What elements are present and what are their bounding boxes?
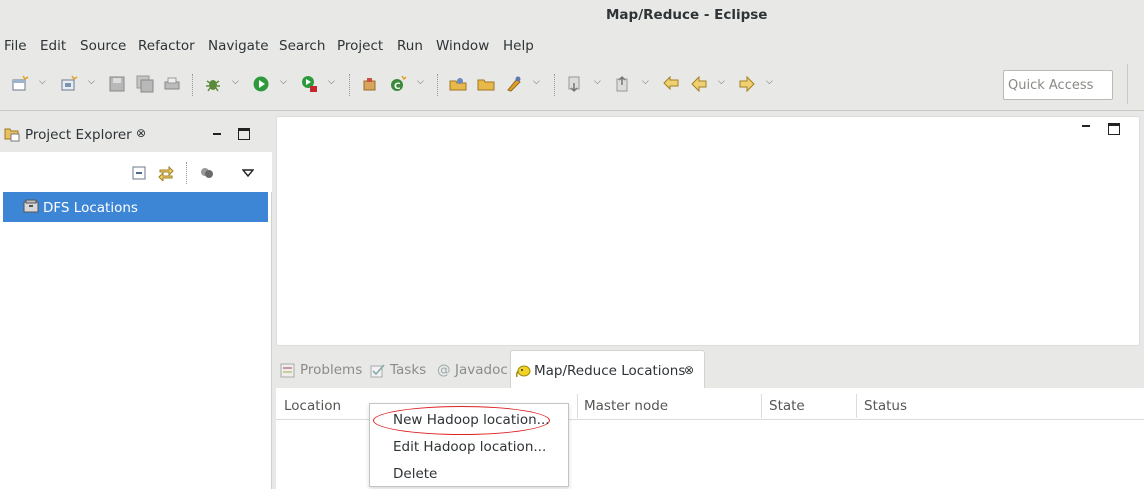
- menu-source[interactable]: Source: [80, 38, 126, 54]
- open-type-icon[interactable]: [449, 75, 467, 93]
- bottom-tab-bar: Problems Tasks @ Javadoc Map/Reduce Loca…: [276, 350, 1144, 388]
- tab-label: Map/Reduce Locations: [534, 363, 686, 379]
- toolbar-separator: [554, 74, 555, 96]
- context-menu: New Hadoop location... Edit Hadoop locat…: [369, 403, 569, 487]
- project-explorer-toolbar: [0, 152, 272, 192]
- open-task-icon[interactable]: [505, 75, 523, 93]
- menu-file[interactable]: File: [4, 38, 27, 54]
- menu-refactor[interactable]: Refactor: [138, 38, 195, 54]
- menu-item-delete[interactable]: Delete: [393, 466, 437, 482]
- menu-window[interactable]: Window: [436, 38, 489, 54]
- forward-icon[interactable]: [738, 75, 756, 93]
- menu-run[interactable]: Run: [397, 38, 423, 54]
- next-annotation-dropdown-icon[interactable]: ⌵: [594, 78, 603, 87]
- new-java-project-icon[interactable]: [361, 75, 379, 93]
- close-icon[interactable]: ⊗: [684, 363, 694, 377]
- next-annotation-icon[interactable]: [566, 75, 584, 93]
- main-toolbar: ⌵ ⌵ ⌵ ⌵ ⌵ C ⌵ ⌵ ⌵ ⌵ ⌵ ⌵: [0, 66, 1144, 106]
- minimize-icon[interactable]: [211, 128, 223, 140]
- print-icon[interactable]: [163, 75, 181, 93]
- tab-map-reduce-locations[interactable]: Map/Reduce Locations ⊗: [510, 350, 705, 388]
- link-with-editor-icon[interactable]: [158, 165, 174, 181]
- column-location[interactable]: Location: [284, 398, 341, 414]
- menu-edit[interactable]: Edit: [40, 38, 66, 54]
- close-icon[interactable]: ⊗: [136, 126, 146, 140]
- window-title: Map/Reduce - Eclipse: [606, 7, 768, 23]
- toolbar-divider: [0, 110, 1144, 111]
- toolbar-separator: [192, 74, 193, 96]
- problems-icon: [280, 363, 295, 378]
- svg-text:C: C: [394, 82, 401, 92]
- tree-item-label: DFS Locations: [43, 200, 138, 216]
- back-icon[interactable]: [690, 75, 708, 93]
- save-all-icon[interactable]: [136, 75, 154, 93]
- project-explorer-icon: [4, 128, 20, 142]
- menu-help[interactable]: Help: [503, 38, 534, 54]
- window-titlebar: Map/Reduce - Eclipse: [0, 0, 1144, 32]
- tab-problems[interactable]: Problems: [300, 362, 362, 378]
- quick-access-placeholder: Quick Access: [1008, 78, 1094, 93]
- previous-annotation-dropdown-icon[interactable]: ⌵: [642, 78, 651, 87]
- tab-javadoc[interactable]: Javadoc: [455, 362, 508, 378]
- column-divider[interactable]: [856, 394, 857, 418]
- column-master-node[interactable]: Master node: [584, 398, 668, 414]
- tasks-icon: [370, 364, 385, 378]
- column-state[interactable]: State: [769, 398, 805, 414]
- new-dropdown-icon[interactable]: ⌵: [39, 78, 48, 87]
- editor-area: [276, 116, 1140, 346]
- menu-item-edit-hadoop-location[interactable]: Edit Hadoop location...: [393, 439, 546, 455]
- external-tools-dropdown-icon[interactable]: ⌵: [328, 78, 337, 87]
- tab-tasks[interactable]: Tasks: [390, 362, 426, 378]
- new-class-dropdown-icon[interactable]: ⌵: [417, 78, 426, 87]
- toolbar-separator: [437, 74, 438, 96]
- collapse-all-icon[interactable]: [131, 165, 147, 181]
- column-divider[interactable]: [761, 394, 762, 418]
- column-status[interactable]: Status: [864, 398, 907, 414]
- column-divider[interactable]: [577, 394, 578, 418]
- minimize-icon[interactable]: [1080, 120, 1092, 132]
- view-menu-icon[interactable]: [242, 168, 254, 178]
- new-class-icon[interactable]: C: [389, 75, 407, 93]
- menu-project[interactable]: Project: [337, 38, 383, 54]
- new-icon[interactable]: [11, 75, 29, 93]
- back-dropdown-icon[interactable]: ⌵: [718, 78, 727, 87]
- project-explorer-label: Project Explorer: [25, 127, 132, 143]
- filter-icon[interactable]: [199, 165, 215, 181]
- javadoc-icon: @: [437, 362, 451, 378]
- project-explorer-view: Project Explorer ⊗ DFS Locations: [0, 116, 272, 489]
- last-edit-location-icon[interactable]: [662, 75, 680, 93]
- dfs-folder-icon: [23, 199, 39, 213]
- view-toolbar-separator: [186, 162, 187, 184]
- menu-navigate[interactable]: Navigate: [208, 38, 269, 54]
- debug-dropdown-icon[interactable]: ⌵: [232, 78, 241, 87]
- project-explorer-tab[interactable]: Project Explorer ⊗: [0, 116, 272, 152]
- previous-annotation-icon[interactable]: [614, 75, 632, 93]
- open-task-dropdown-icon[interactable]: ⌵: [533, 78, 542, 87]
- debug-icon[interactable]: [204, 75, 222, 93]
- quick-access-field[interactable]: Quick Access: [1003, 70, 1113, 100]
- hadoop-elephant-icon: [515, 365, 531, 378]
- new-java-package-icon[interactable]: [60, 75, 78, 93]
- maximize-icon[interactable]: [238, 128, 250, 140]
- external-tools-icon[interactable]: [300, 75, 318, 93]
- open-folder-icon[interactable]: [477, 75, 495, 93]
- maximize-icon[interactable]: [1108, 123, 1120, 135]
- new-package-dropdown-icon[interactable]: ⌵: [88, 78, 97, 87]
- menu-item-new-hadoop-location[interactable]: New Hadoop location...: [393, 412, 550, 428]
- forward-dropdown-icon[interactable]: ⌵: [766, 78, 775, 87]
- toolbar-end-divider: [1127, 64, 1128, 104]
- menu-search[interactable]: Search: [279, 38, 325, 54]
- run-dropdown-icon[interactable]: ⌵: [280, 78, 289, 87]
- menu-bar: File Edit Source Refactor Navigate Searc…: [0, 36, 1144, 58]
- run-icon[interactable]: [252, 75, 270, 93]
- tree-item-dfs-locations[interactable]: DFS Locations: [3, 192, 268, 222]
- save-icon[interactable]: [108, 75, 126, 93]
- toolbar-separator: [349, 74, 350, 96]
